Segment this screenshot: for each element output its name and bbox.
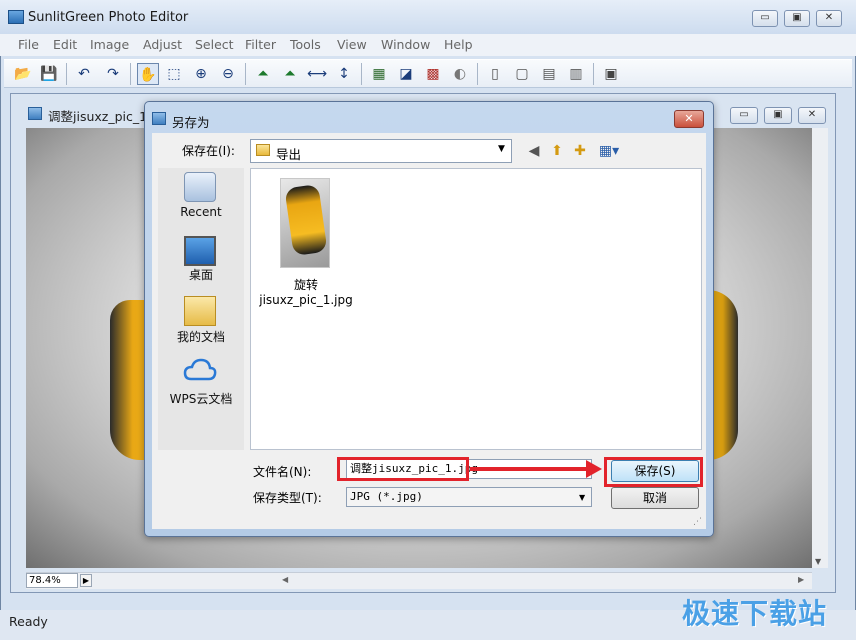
dialog-close-button[interactable]: ✕ — [674, 110, 704, 128]
place-recent[interactable]: Recent — [160, 205, 242, 219]
folder-icon — [256, 144, 270, 156]
curves-icon[interactable]: ◪ — [395, 63, 417, 85]
hand-icon[interactable]: ✋ — [137, 63, 159, 85]
view-menu-icon[interactable]: ▦▾ — [594, 141, 624, 161]
watermark-logo: 极速下载站 — [682, 597, 828, 630]
place-wps-cloud[interactable]: WPS云文档 — [160, 390, 242, 407]
menu-help[interactable]: Help — [444, 37, 473, 52]
documents-folder-icon[interactable] — [184, 296, 216, 326]
menu-image[interactable]: Image — [90, 37, 129, 52]
scroll-left-icon[interactable]: ◀ — [282, 575, 288, 584]
menu-filter[interactable]: Filter — [245, 37, 276, 52]
resize-grip-icon[interactable]: ⋰ — [693, 517, 702, 527]
scroll-right-icon[interactable]: ▶ — [798, 575, 804, 584]
highlight-box-filename — [337, 457, 469, 481]
levels-icon[interactable]: ▦ — [368, 63, 390, 85]
close-button[interactable]: ✕ — [816, 10, 842, 27]
highlight-box-save — [604, 457, 703, 487]
place-documents[interactable]: 我的文档 — [160, 328, 242, 345]
color-balance-icon[interactable]: ▩ — [422, 63, 444, 85]
document-icon — [28, 107, 42, 120]
marquee-select-icon[interactable]: ⬚ — [163, 63, 185, 85]
brightness-icon[interactable]: ◐ — [449, 63, 471, 85]
frame-left-icon[interactable]: ▯ — [484, 63, 506, 85]
toolbar-separator — [477, 63, 478, 85]
zoom-out-icon[interactable]: ⊖ — [217, 63, 239, 85]
annotation-arrow-line — [470, 467, 590, 471]
menu-select[interactable]: Select — [195, 37, 234, 52]
document-title: 调整jisuxz_pic_1.j — [48, 109, 155, 124]
app-title: SunlitGreen Photo Editor — [28, 10, 189, 25]
scroll-down-icon[interactable]: ▼ — [815, 557, 821, 566]
undo-icon[interactable]: ↶ — [73, 63, 95, 85]
horizontal-scrollbar[interactable] — [26, 572, 812, 589]
redo-icon[interactable]: ↷ — [102, 63, 124, 85]
zoom-level[interactable]: 78.4% — [26, 573, 78, 588]
doc-minimize-button[interactable]: ▭ — [730, 107, 758, 124]
toolbar-separator — [130, 63, 131, 85]
resize-width-icon[interactable]: ⟷ — [306, 63, 328, 85]
open-folder-icon[interactable]: 📂 — [12, 63, 34, 85]
frame-icon[interactable]: ▢ — [511, 63, 533, 85]
chevron-down-icon[interactable]: ▼ — [579, 493, 585, 502]
back-icon[interactable]: ◀ — [524, 141, 544, 161]
menu-tools[interactable]: Tools — [290, 37, 321, 52]
chevron-down-icon[interactable]: ▼ — [498, 144, 505, 154]
new-folder-icon[interactable]: ✚ — [570, 141, 590, 161]
recent-icon[interactable] — [184, 172, 216, 202]
text-frame-icon[interactable]: ▤ — [538, 63, 560, 85]
dialog-icon — [152, 112, 166, 125]
menu-edit[interactable]: Edit — [53, 37, 77, 52]
toolbar-separator — [361, 63, 362, 85]
file-name-line2[interactable]: jisuxz_pic_1.jpg — [256, 293, 356, 307]
zoom-in-icon[interactable]: ⊕ — [190, 63, 212, 85]
file-name-line1[interactable]: 旋转 — [256, 276, 356, 293]
cancel-button[interactable]: 取消 — [611, 487, 699, 509]
flip-vertical-icon[interactable]: ⏶ — [279, 63, 301, 85]
cloud-icon[interactable] — [183, 357, 217, 383]
status-text: Ready — [9, 614, 48, 629]
doc-close-button[interactable]: ✕ — [798, 107, 826, 124]
vertical-scrollbar[interactable] — [812, 128, 828, 568]
toolbar-separator — [245, 63, 246, 85]
minimize-button[interactable]: ▭ — [752, 10, 778, 27]
dialog-title: 另存为 — [172, 115, 210, 130]
resize-height-icon[interactable]: ↕ — [333, 63, 355, 85]
menu-view[interactable]: View — [337, 37, 367, 52]
doc-maximize-button[interactable]: ▣ — [764, 107, 792, 124]
toolbar-separator — [66, 63, 67, 85]
menu-window[interactable]: Window — [381, 37, 430, 52]
filename-label: 文件名(N): — [253, 465, 312, 479]
maximize-button[interactable]: ▣ — [784, 10, 810, 27]
flip-horizontal-icon[interactable]: ⏶ — [252, 63, 274, 85]
desktop-icon[interactable] — [184, 236, 216, 266]
filetype-select[interactable]: JPG (*.jpg) — [346, 487, 592, 507]
save-icon[interactable]: 💾 — [38, 63, 60, 85]
menu-adjust[interactable]: Adjust — [143, 37, 182, 52]
app-icon — [8, 10, 24, 24]
filetype-label: 保存类型(T): — [253, 491, 322, 505]
fullscreen-icon[interactable]: ▣ — [600, 63, 622, 85]
save-in-label: 保存在(I): — [182, 144, 235, 158]
text-frame-2-icon[interactable]: ▥ — [565, 63, 587, 85]
menu-file[interactable]: File — [18, 37, 39, 52]
up-folder-icon[interactable]: ⬆ — [547, 141, 567, 161]
toolbar-separator — [593, 63, 594, 85]
place-desktop[interactable]: 桌面 — [160, 266, 242, 283]
annotation-arrow-head — [586, 460, 602, 478]
zoom-menu-icon[interactable]: ▶ — [80, 574, 92, 587]
save-in-value: 导出 — [276, 147, 302, 162]
